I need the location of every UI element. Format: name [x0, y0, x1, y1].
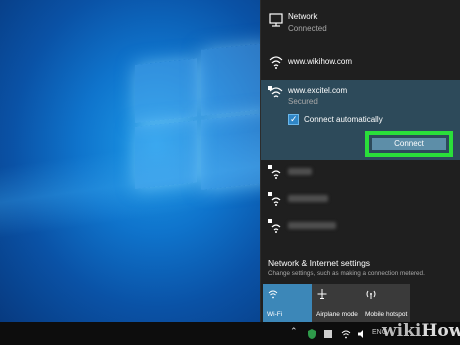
connect-automatically-label: Connect automatically — [304, 115, 383, 124]
wifi-toggle-tile[interactable]: Wi-Fi — [263, 284, 312, 322]
blurred-ssid — [288, 168, 312, 175]
wifi-network-hidden[interactable] — [261, 187, 460, 213]
airplane-icon — [317, 289, 327, 299]
speaker-icon[interactable] — [356, 328, 368, 340]
blurred-ssid — [288, 222, 336, 229]
airplane-mode-tile[interactable]: Airplane mode — [312, 284, 361, 322]
watermark-prefix: wiki — [382, 321, 422, 341]
network-ssid: www.excitel.com — [288, 86, 348, 95]
network-settings-link[interactable]: Network & Internet settings — [268, 258, 370, 268]
airplane-tile-label: Airplane mode — [316, 310, 358, 318]
mobile-hotspot-tile[interactable]: Mobile hotspot — [361, 284, 410, 322]
wifi-icon — [268, 290, 278, 299]
network-icon[interactable] — [340, 328, 352, 340]
wifi-network-hidden[interactable] — [261, 214, 460, 240]
wikihow-watermark: wikiHow — [382, 321, 460, 341]
defender-icon[interactable] — [306, 328, 318, 340]
blurred-ssid — [288, 195, 328, 202]
wifi-secured-icon — [268, 219, 281, 233]
desktop-wallpaper — [0, 0, 260, 322]
network-status: Connected — [288, 24, 327, 33]
network-title: Network — [288, 12, 318, 21]
connect-automatically-checkbox[interactable]: ✓ — [288, 114, 299, 125]
checkmark-icon: ✓ — [290, 114, 298, 124]
wifi-network-wikihow[interactable]: www.wikihow.com — [261, 48, 460, 76]
watermark-suffix: How — [421, 321, 460, 341]
hotspot-icon — [366, 290, 376, 299]
wifi-network-hidden[interactable] — [261, 160, 460, 186]
chevron-up-icon[interactable]: ⌃ — [290, 326, 298, 339]
connect-button[interactable]: Connect — [372, 138, 446, 150]
network-settings-description: Change settings, such as making a connec… — [268, 270, 425, 277]
app-tray-icon[interactable] — [322, 328, 334, 340]
network-flyout: Network Connected www.wikihow.com www.ex… — [260, 0, 460, 322]
wifi-tile-label: Wi-Fi — [267, 310, 283, 318]
network-ssid: www.wikihow.com — [288, 57, 353, 66]
network-status-row[interactable]: Network Connected — [261, 4, 460, 38]
network-security: Secured — [288, 97, 318, 106]
windows-logo — [135, 42, 260, 197]
wifi-icon — [269, 56, 283, 69]
hotspot-tile-label: Mobile hotspot — [365, 310, 408, 318]
wifi-secured-icon — [268, 165, 281, 179]
wifi-network-excitel[interactable]: www.excitel.com Secured ✓ Connect automa… — [261, 80, 460, 160]
wifi-secured-icon — [268, 192, 281, 206]
connect-highlight: Connect — [365, 131, 453, 157]
wifi-secured-icon — [268, 86, 283, 98]
monitor-icon — [269, 13, 283, 27]
